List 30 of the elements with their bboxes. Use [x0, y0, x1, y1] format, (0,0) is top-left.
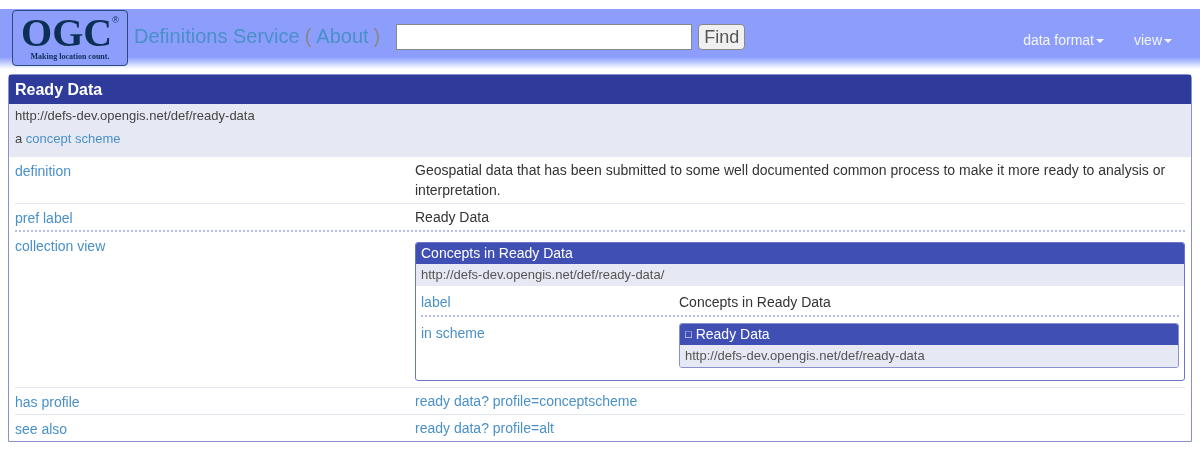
property-link[interactable]: ready data? profile=alt	[415, 418, 1185, 441]
paren: (	[304, 24, 312, 49]
property-link[interactable]: ready data? profile=conceptscheme	[415, 391, 1185, 414]
property-label[interactable]: collection view	[15, 232, 415, 387]
panel-title: Ready Data	[695, 325, 770, 344]
panel-uri: http://defs-dev.opengis.net/def/ready-data	[680, 345, 1178, 367]
property-label[interactable]: has profile	[15, 388, 415, 414]
property-value: Concepts in Ready Data	[679, 293, 832, 312]
caret-icon	[1164, 38, 1172, 43]
property-label[interactable]: definition	[15, 157, 415, 203]
logo[interactable]: OGC® Making location count.	[12, 10, 128, 66]
property-label[interactable]: pref label	[15, 204, 415, 230]
property-value: Geospatial data that has been submitted to some well documented common process to make it more ready to analysis or interpretation.	[415, 161, 1167, 200]
property-value: Ready Data	[415, 208, 490, 227]
paren: )	[373, 24, 381, 49]
panel-uri: http://defs-dev.opengis.net/def/ready-data/	[416, 264, 1184, 286]
resource-uri: http://defs-dev.opengis.net/def/ready-data	[15, 107, 256, 125]
concept-scheme-link[interactable]: concept scheme	[25, 131, 121, 146]
property-label[interactable]: see also	[15, 415, 415, 441]
type-prefix: a	[15, 131, 23, 146]
dropdown-menu[interactable]: data format	[1023, 30, 1104, 51]
find-button[interactable]: Find	[698, 24, 746, 50]
property-label[interactable]: in scheme	[421, 317, 679, 376]
search-field[interactable]	[396, 24, 693, 50]
missing-glyph-icon: □	[685, 326, 692, 343]
dropdown-menu[interactable]: view	[1134, 30, 1172, 51]
caret-icon	[1096, 38, 1104, 43]
panel-title: Concepts in Ready Data	[421, 244, 573, 263]
property-label[interactable]: label	[421, 286, 679, 315]
resource-title: Ready Data	[9, 75, 1191, 104]
